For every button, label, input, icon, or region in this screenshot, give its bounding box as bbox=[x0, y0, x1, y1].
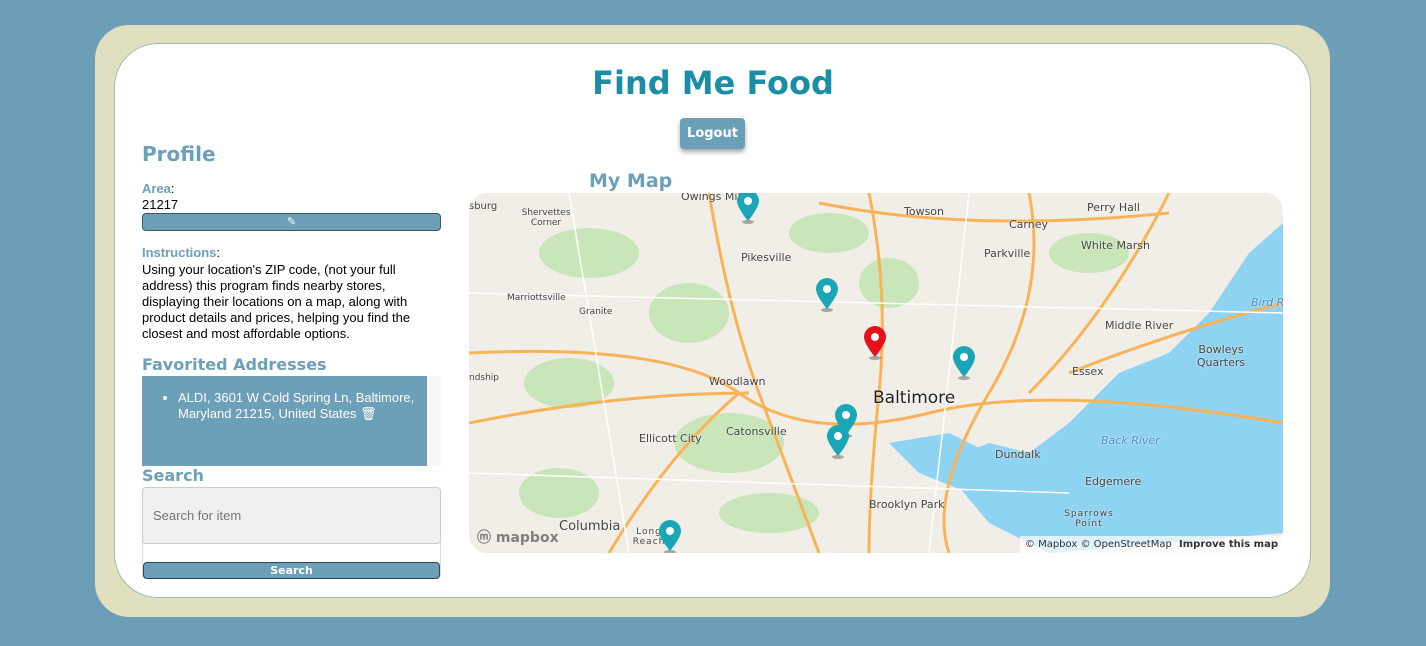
search-input[interactable] bbox=[142, 487, 441, 544]
mapbox-logo[interactable]: ⓜ mapbox bbox=[477, 527, 559, 547]
instructions-label: Instructions bbox=[142, 245, 217, 260]
map-attribution: © Mapbox © OpenStreetMap Improve this ma… bbox=[1019, 536, 1283, 553]
area-value: 21217 bbox=[142, 197, 179, 212]
profile-heading: Profile bbox=[142, 142, 216, 166]
pencil-icon: ✎ bbox=[286, 215, 297, 228]
search-heading: Search bbox=[142, 466, 204, 485]
page-title: Find Me Food bbox=[592, 64, 834, 102]
store-marker[interactable] bbox=[826, 425, 850, 459]
trash-icon[interactable]: 🗑 bbox=[360, 406, 377, 421]
instructions-text: Using your location's ZIP code, (not you… bbox=[142, 262, 411, 341]
favorites-scrollbar[interactable] bbox=[427, 376, 441, 466]
store-marker[interactable] bbox=[952, 346, 976, 380]
map[interactable]: Owings Mills Towson Carney Perry Hall Sh… bbox=[469, 193, 1283, 553]
logout-button[interactable]: Logout bbox=[680, 118, 745, 149]
selected-location-marker[interactable] bbox=[863, 326, 887, 360]
favorite-item: ALDI, 3601 W Cold Spring Ln, Baltimore, … bbox=[178, 390, 419, 422]
edit-area-button[interactable]: ✎ bbox=[142, 213, 441, 231]
favorites-list: ALDI, 3601 W Cold Spring Ln, Baltimore, … bbox=[142, 376, 427, 466]
search-button[interactable]: Search bbox=[143, 562, 440, 579]
area-label: Area bbox=[142, 181, 171, 196]
store-marker[interactable] bbox=[815, 278, 839, 312]
store-marker[interactable] bbox=[736, 193, 760, 224]
improve-map-link[interactable]: Improve this map bbox=[1179, 539, 1278, 550]
city-label: Baltimore bbox=[873, 388, 956, 408]
store-marker[interactable] bbox=[658, 520, 682, 553]
favorites-heading: Favorited Addresses bbox=[142, 355, 327, 374]
map-heading: My Map bbox=[589, 170, 673, 192]
